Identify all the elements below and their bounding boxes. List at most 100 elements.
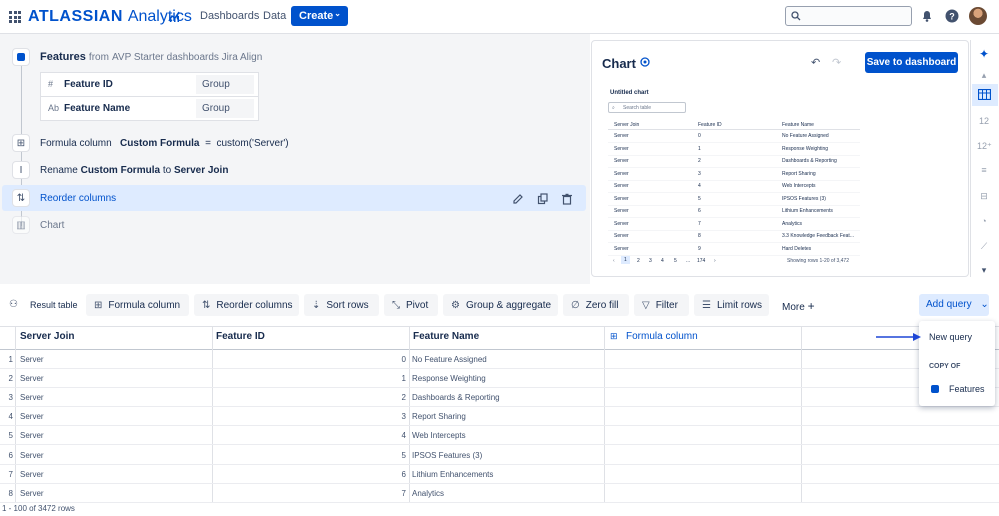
mini-cell: 3 (698, 170, 701, 177)
mini-cell: Server (614, 183, 629, 189)
column-aggregation[interactable]: Group (196, 75, 254, 94)
group-aggregate-label: Group & aggregate (465, 299, 552, 311)
features-source-icon (931, 385, 939, 393)
edit-pencil-icon[interactable] (512, 193, 524, 205)
mini-page-number[interactable]: 4 (661, 258, 664, 264)
formula-step[interactable]: Formula column Custom Formula = custom('… (40, 138, 289, 149)
source-step[interactable]: Features from AVP Starter dashboards Jir… (40, 51, 262, 63)
mini-row-divider (608, 154, 860, 156)
cell-server-join: Server (20, 393, 44, 403)
bar-chart-icon[interactable]: ⊟ (977, 191, 991, 205)
sort-rows-button[interactable]: ⇣ Sort rows (304, 294, 379, 316)
pivot-icon: ⤡ (392, 299, 400, 311)
column-row[interactable]: # Feature ID Group (41, 73, 258, 97)
cell-feature-id: 5 (401, 450, 406, 460)
search-input[interactable] (785, 6, 912, 26)
zero-icon: ∅ (571, 299, 580, 311)
undo-icon[interactable]: ↶ (811, 56, 820, 69)
column-aggregation[interactable]: Group (196, 99, 254, 118)
mini-cell: Web Intercepts (782, 183, 816, 189)
mini-row-divider (608, 179, 860, 181)
duplicate-icon[interactable] (537, 193, 549, 205)
rename-from: Custom Formula (80, 165, 161, 176)
more-button[interactable]: More + (782, 299, 815, 313)
mini-cell: Server (614, 208, 629, 214)
group-icon: ⚙ (451, 299, 460, 311)
cell-feature-name: No Feature Assigned (412, 355, 487, 364)
notification-bell-icon[interactable] (920, 9, 936, 25)
group-aggregate-button[interactable]: ⚙ Group & aggregate (443, 294, 558, 316)
mini-page-number[interactable]: 3 (649, 258, 652, 264)
scroll-up-icon[interactable]: ▴ (977, 70, 991, 84)
mini-next-icon[interactable]: › (714, 258, 716, 264)
limit-rows-button[interactable]: ☰ Limit rows (694, 294, 769, 316)
cell-feature-name: Lithium Enhancements (412, 469, 494, 479)
help-icon[interactable]: ? (945, 9, 961, 25)
mini-cell: 3.3 Knowledge Feedback Feat... (782, 233, 854, 239)
new-query-option[interactable]: New query (929, 332, 972, 342)
formula-column-label: Formula column (108, 299, 181, 311)
column-header-server-join[interactable]: Server Join (20, 331, 74, 342)
add-query-label: Add query (926, 299, 972, 310)
mini-page-number[interactable]: 5 (674, 258, 677, 264)
cell-feature-name: Dashboards & Reporting (412, 393, 500, 403)
column-row[interactable]: Ab Feature Name Group (41, 97, 258, 121)
redo-icon[interactable]: ↷ (832, 56, 841, 69)
filter-button[interactable]: ▽ Filter (634, 294, 689, 316)
text-type-icon: Ab (48, 103, 60, 113)
chart-settings-gear-icon[interactable] (639, 56, 651, 68)
mini-cell: Lithium Enhancements (782, 208, 833, 214)
copy-features-option[interactable]: Features (949, 384, 985, 394)
user-avatar[interactable] (969, 7, 987, 25)
column-header-feature-id[interactable]: Feature ID (216, 331, 265, 342)
cell-feature-name: IPSOS Features (3) (412, 450, 483, 460)
formula-column-header-icon: ⊞ (610, 331, 618, 341)
single-value-icon[interactable]: 12 (977, 116, 991, 130)
delete-trash-icon[interactable] (561, 193, 573, 205)
mini-row-divider (608, 254, 860, 256)
create-button[interactable]: Create ⌄ (291, 6, 348, 26)
mini-search-input[interactable]: ⌕ Search table (608, 102, 686, 113)
line-chart-icon[interactable]: ⟋ (977, 241, 991, 255)
mini-prev-icon[interactable]: ‹ (613, 258, 615, 264)
limit-rows-icon: ☰ (702, 299, 711, 311)
mini-page-number[interactable]: ... (686, 258, 690, 264)
scroll-down-icon[interactable]: ▾ (977, 265, 991, 279)
zero-fill-button[interactable]: ∅ Zero fill (563, 294, 629, 316)
reorder-columns-button[interactable]: ⇅ Reorder columns (194, 294, 299, 316)
more-label: More (782, 302, 805, 313)
reorder-step-label[interactable]: Reorder columns (40, 193, 116, 204)
mini-page-number[interactable]: 2 (637, 258, 640, 264)
rename-prefix: Rename (40, 165, 78, 176)
mini-rows-info: Showing rows 1-20 of 3,472 (787, 258, 849, 264)
mini-cell: Server (614, 233, 629, 239)
app-switcher-icon[interactable] (9, 11, 21, 23)
formula-column-icon: ⊞ (12, 134, 30, 152)
sort-icon: ⇣ (312, 299, 321, 311)
multi-value-icon[interactable]: 12⁺ (977, 141, 992, 155)
mini-cell: Hard Deletes (782, 245, 812, 252)
nav-dashboards-link[interactable]: Dashboards (200, 10, 259, 22)
pivot-button[interactable]: ⤡ Pivot (384, 294, 438, 316)
mini-page-number[interactable]: 1 (621, 256, 630, 264)
formula-column-button[interactable]: ⊞ Formula column (86, 294, 189, 316)
mini-row-divider (608, 242, 860, 243)
mini-cell: Server (614, 220, 629, 227)
column-header-formula-column[interactable]: Formula column (626, 331, 698, 342)
cell-server-join: Server (20, 374, 44, 384)
add-query-button[interactable]: Add query ⌄ (919, 294, 989, 316)
nav-data-link[interactable]: Data (263, 10, 286, 22)
funnel-chart-icon[interactable]: ≡ (977, 165, 991, 179)
mini-cell: Report Sharing (782, 170, 816, 177)
magic-wand-icon[interactable]: ✦ (977, 47, 991, 61)
source-path: AVP Starter dashboards Jira Align (111, 52, 263, 63)
mini-cell: Analytics (782, 220, 803, 227)
column-header-feature-name[interactable]: Feature Name (413, 331, 479, 342)
formula-prefix: Formula column (40, 138, 112, 149)
chart-step-label[interactable]: Chart (40, 220, 64, 231)
mini-page-number[interactable]: 174 (697, 258, 705, 264)
create-label: Create (299, 10, 334, 22)
pie-chart-icon[interactable]: ◔ (977, 216, 991, 230)
rename-step[interactable]: Rename Custom Formula to Server Join (40, 165, 228, 176)
save-to-dashboard-button[interactable]: Save to dashboard (865, 52, 958, 73)
